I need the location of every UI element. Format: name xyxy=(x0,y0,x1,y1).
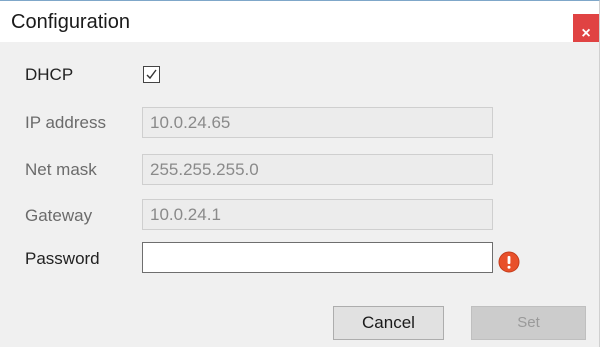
window-title: Configuration xyxy=(11,11,130,33)
dhcp-label: DHCP xyxy=(25,65,74,84)
check-icon xyxy=(146,69,157,80)
configuration-dialog: Configuration × DHCP IP address Net mask… xyxy=(0,0,600,347)
ip-address-label: IP address xyxy=(25,113,106,132)
ip-address-field[interactable] xyxy=(142,107,493,138)
set-button[interactable]: Set xyxy=(471,306,586,340)
gateway-field[interactable] xyxy=(142,199,493,230)
gateway-label: Gateway xyxy=(25,206,93,225)
password-label: Password xyxy=(25,249,100,268)
cancel-button[interactable]: Cancel xyxy=(333,306,444,340)
error-icon xyxy=(498,251,520,273)
password-field[interactable] xyxy=(142,242,493,273)
title-bar: Configuration xyxy=(0,1,599,42)
dhcp-checkbox[interactable] xyxy=(143,66,160,83)
dialog-body: DHCP IP address Net mask Gateway Passwor… xyxy=(0,42,599,347)
close-icon: × xyxy=(581,25,591,42)
net-mask-label: Net mask xyxy=(25,160,97,179)
net-mask-field[interactable] xyxy=(142,154,493,185)
